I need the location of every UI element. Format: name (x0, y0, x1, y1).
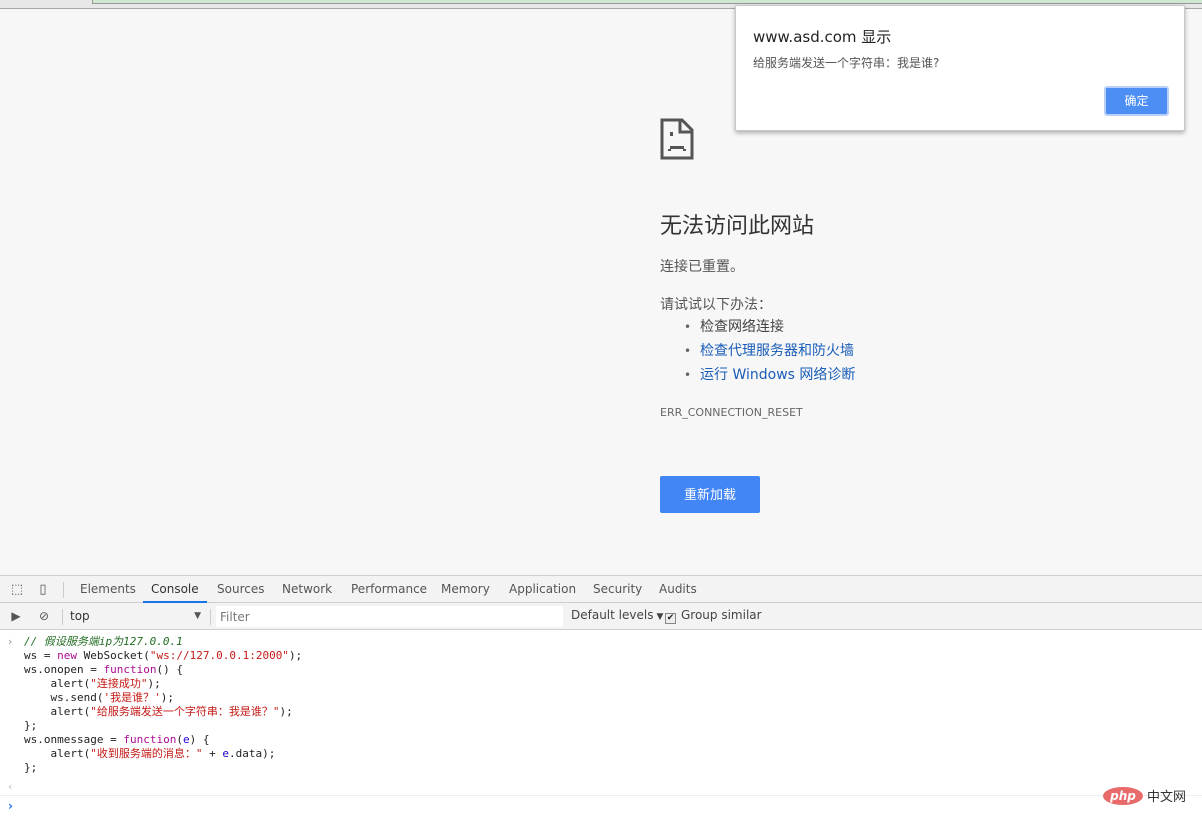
reload-button[interactable]: 重新加载 (660, 476, 760, 513)
code-line: ws.send('我是谁？'); (24, 691, 174, 704)
console-output: › // 假设服务端ip为127.0.0.1 ws = new WebSocket… (0, 631, 1202, 825)
error-code: ERR_CONNECTION_RESET (660, 406, 803, 419)
alert-dialog-title: www.asd.com 显示 (753, 28, 892, 46)
device-toolbar-icon[interactable]: ▯ (35, 582, 51, 598)
suggestions-list: 检查网络连接 检查代理服务器和防火墙 运行 Windows 网络诊断 (684, 317, 855, 389)
address-bar-edge (92, 0, 1202, 4)
tab-security[interactable]: Security (585, 576, 650, 603)
code-line: ws.onopen = function() { (24, 663, 183, 676)
clear-console-icon[interactable]: ⊘ (36, 608, 52, 624)
alert-ok-button[interactable]: 确定 (1104, 86, 1169, 116)
dropdown-arrow-icon: ▼ (194, 611, 201, 621)
tab-memory[interactable]: Memory (433, 576, 498, 603)
context-selector[interactable]: top ▼ (70, 607, 205, 626)
watermark-text: 中文网 (1147, 790, 1187, 805)
code-line: alert("连接成功"); (24, 677, 161, 690)
suggestion-run-diagnostics-link[interactable]: 运行 Windows 网络诊断 (684, 365, 855, 389)
suggestion-check-proxy-link[interactable]: 检查代理服务器和防火墙 (684, 341, 855, 365)
tab-elements[interactable]: Elements (72, 576, 144, 603)
filter-input[interactable] (216, 606, 563, 627)
php-logo: php (1103, 786, 1143, 805)
show-sidebar-icon[interactable]: ▶ (8, 608, 24, 624)
code-line: // 假设服务端ip为127.0.0.1 (24, 635, 183, 648)
inspect-element-icon[interactable]: ⬚ (9, 582, 25, 598)
code-line: alert("收到服务端的消息：" + e.data); (24, 747, 276, 760)
sad-page-icon (660, 118, 694, 160)
divider (210, 609, 211, 625)
log-levels-dropdown[interactable]: Default levels ▼ (571, 608, 663, 622)
group-similar-toggle[interactable]: ✔ Group similar (665, 608, 762, 624)
tab-network[interactable]: Network (274, 576, 340, 603)
alert-dialog: www.asd.com 显示 给服务端发送一个字符串：我是谁? 确定 (735, 5, 1185, 131)
code-line: ws = new WebSocket("ws://127.0.0.1:2000"… (24, 649, 303, 662)
console-result-row: ‹ (0, 780, 1202, 796)
tab-performance[interactable]: Performance (343, 576, 435, 603)
code-line: alert("给服务端发送一个字符串：我是谁？"); (24, 705, 293, 718)
suggestion-check-network: 检查网络连接 (684, 317, 855, 341)
code-line: ws.onmessage = function(e) { (24, 733, 210, 746)
console-prompt[interactable]: › (0, 799, 1202, 817)
tab-application[interactable]: Application (501, 576, 584, 603)
error-title: 无法访问此网站 (660, 214, 815, 239)
tab-console[interactable]: Console (143, 576, 207, 603)
log-levels-label: Default levels (571, 608, 654, 622)
code-line: }; (24, 761, 38, 774)
group-similar-label: Group similar (681, 608, 762, 622)
prompt-chevron-icon: › (8, 799, 13, 813)
tab-audits[interactable]: Audits (651, 576, 705, 603)
group-similar-checkbox[interactable]: ✔ (665, 613, 676, 624)
dropdown-arrow-icon: ▼ (656, 612, 664, 622)
watermark: php 中文网 (1103, 785, 1186, 805)
divider (62, 609, 63, 625)
context-value: top (70, 609, 90, 623)
error-subtitle: 连接已重置。 (660, 259, 744, 275)
devtools-panel: ⬚ ▯ Elements Console Sources Network Per… (0, 575, 1202, 825)
devtools-tabbar: ⬚ ▯ Elements Console Sources Network Per… (0, 575, 1202, 603)
code-line: }; (24, 719, 38, 732)
suggestions-label: 请试试以下办法： (660, 297, 772, 313)
alert-dialog-message: 给服务端发送一个字符串：我是谁? (753, 56, 940, 70)
result-arrow-icon: ‹ (8, 780, 13, 793)
console-code-entry[interactable]: // 假设服务端ip为127.0.0.1 ws = new WebSocket("… (24, 635, 302, 775)
tab-sources[interactable]: Sources (209, 576, 272, 603)
console-toolbar: ▶ ⊘ top ▼ Default levels▼ ✔Group similar (0, 603, 1202, 630)
divider (63, 582, 64, 598)
input-chevron-icon: › (8, 635, 13, 648)
